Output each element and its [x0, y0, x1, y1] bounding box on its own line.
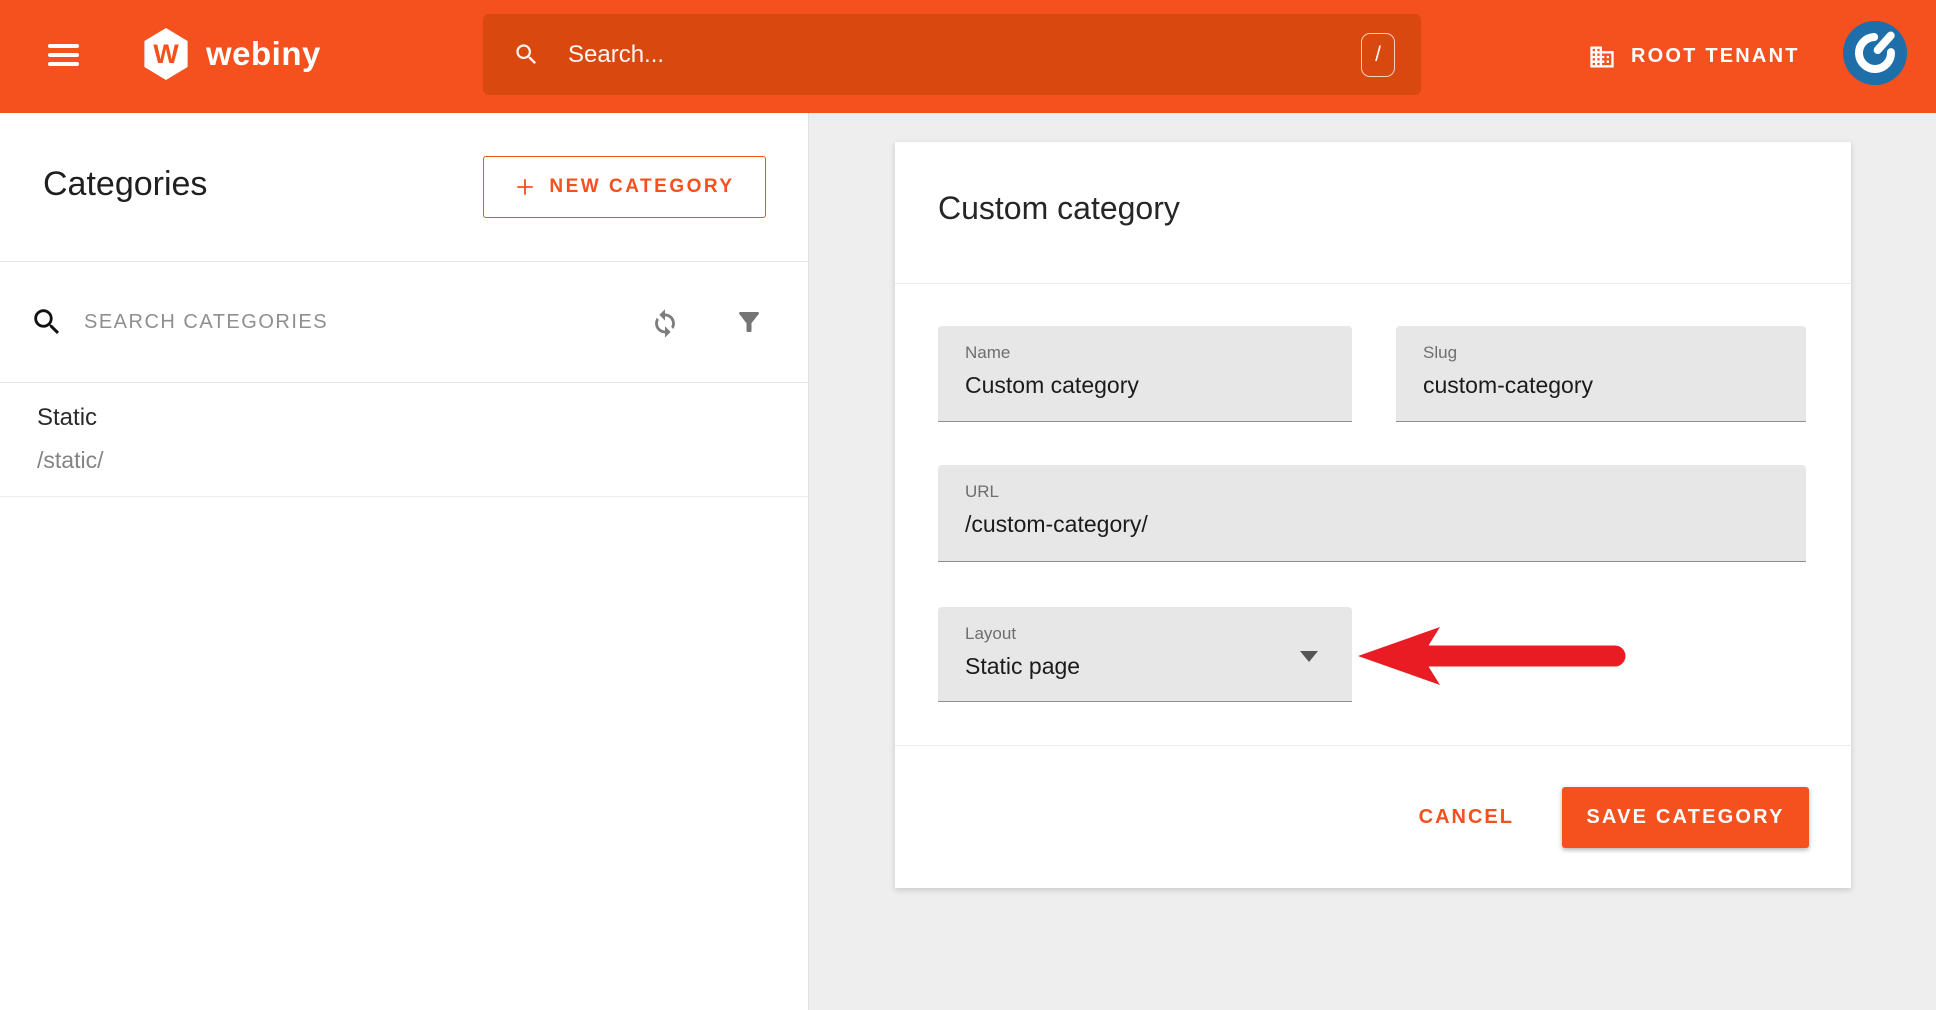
page-title: Categories [43, 165, 207, 204]
form-title: Custom category [938, 190, 1180, 227]
search-icon [30, 305, 64, 339]
global-search-bar[interactable]: / [483, 14, 1421, 95]
layout-field-label: Layout [965, 624, 1352, 644]
slug-field[interactable]: Slug [1396, 326, 1806, 422]
name-input[interactable] [965, 372, 1321, 399]
filter-button[interactable] [734, 307, 764, 337]
webiny-logo[interactable]: W webiny [142, 28, 321, 80]
slug-input[interactable] [1423, 372, 1775, 399]
tenant-label: ROOT TENANT [1631, 45, 1800, 68]
search-icon [513, 41, 540, 68]
form-actions: CANCEL SAVE CATEGORY [895, 745, 1851, 888]
layout-selected-value: Static page [965, 653, 1321, 680]
form-card-header: Custom category [895, 142, 1851, 284]
categories-panel-header: Categories NEW CATEGORY [0, 113, 808, 262]
layout-select[interactable]: Layout Static page [938, 607, 1352, 702]
category-item-slug: /static/ [37, 447, 808, 474]
slug-field-label: Slug [1423, 343, 1806, 363]
plus-icon [514, 176, 536, 198]
cancel-button[interactable]: CANCEL [1405, 796, 1528, 839]
gravatar-power-icon [1843, 21, 1907, 85]
url-field-label: URL [965, 482, 1806, 502]
save-category-button[interactable]: SAVE CATEGORY [1562, 787, 1809, 848]
content-area: Custom category Name Slug URL Layout Sta… [809, 113, 1936, 1010]
new-category-button[interactable]: NEW CATEGORY [483, 156, 766, 218]
category-item-title: Static [37, 404, 808, 432]
logo-initial: W [153, 39, 178, 70]
categories-panel: Categories NEW CATEGORY Static /static/ [0, 113, 809, 1010]
category-list-item[interactable]: Static /static/ [0, 383, 808, 497]
name-field[interactable]: Name [938, 326, 1352, 422]
brand-wordmark: webiny [206, 35, 321, 73]
refresh-button[interactable] [648, 305, 682, 339]
category-form-card: Custom category Name Slug URL Layout Sta… [895, 142, 1851, 888]
chevron-down-icon [1300, 651, 1318, 662]
category-search-row [0, 262, 808, 383]
category-search-input[interactable] [84, 311, 648, 334]
annotation-arrow [1358, 625, 1630, 687]
global-search-input[interactable] [568, 41, 1361, 69]
building-icon [1588, 43, 1616, 71]
webiny-logo-hexagon-icon: W [142, 28, 190, 80]
refresh-icon [648, 305, 682, 339]
name-field-label: Name [965, 343, 1352, 363]
url-input[interactable] [965, 511, 1739, 538]
filter-icon [734, 307, 764, 337]
tenant-selector[interactable]: ROOT TENANT [1588, 0, 1800, 113]
keyboard-shortcut-badge: / [1361, 33, 1395, 77]
url-field[interactable]: URL [938, 465, 1806, 562]
hamburger-menu-icon[interactable] [48, 44, 79, 68]
app-header: W webiny / ROOT TENANT [0, 0, 1936, 113]
user-avatar[interactable] [1843, 21, 1907, 85]
